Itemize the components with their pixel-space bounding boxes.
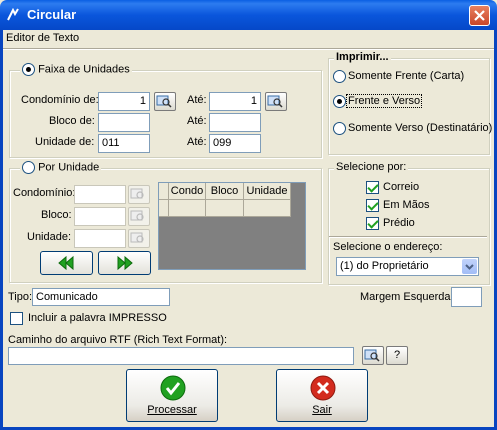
remove-unit-button[interactable] bbox=[40, 251, 93, 275]
menu-editor-de-texto[interactable]: Editor de Texto bbox=[6, 32, 79, 44]
add-unit-button[interactable] bbox=[98, 251, 151, 275]
sair-label: Sair bbox=[312, 404, 332, 416]
pu-condominio-input[interactable] bbox=[74, 185, 126, 204]
pu-unidade-label: Unidade: bbox=[27, 231, 72, 243]
por-unidade-label: Por Unidade bbox=[38, 161, 100, 174]
checkmark-icon bbox=[160, 375, 186, 401]
correio-label[interactable]: Correio bbox=[383, 181, 419, 193]
somente-frente-label[interactable]: Somente Frente (Carta) bbox=[348, 70, 464, 82]
processar-label: Processar bbox=[147, 404, 197, 416]
endereco-select-value: (1) do Proprietário bbox=[340, 260, 429, 272]
unidade-de-input[interactable]: 011 bbox=[98, 134, 150, 153]
table-cell[interactable] bbox=[206, 200, 244, 217]
condominio-ate-input[interactable]: 1 bbox=[209, 92, 261, 111]
bloco-de-label: Bloco de: bbox=[49, 115, 95, 127]
pu-bloco-label: Bloco: bbox=[41, 209, 72, 221]
pu-unidade-search-button[interactable] bbox=[128, 229, 150, 248]
em-maos-checkbox[interactable] bbox=[366, 199, 379, 212]
unidade-de-label: Unidade de: bbox=[35, 136, 95, 148]
bloco-ate-label: Até: bbox=[187, 115, 207, 127]
condominio-ate-search-button[interactable] bbox=[265, 92, 287, 111]
por-unidade-radio[interactable] bbox=[22, 161, 35, 174]
search-icon bbox=[364, 349, 380, 362]
condominio-de-search-button[interactable] bbox=[154, 92, 176, 111]
frente-verso-radio[interactable] bbox=[333, 95, 346, 108]
rtf-label: Caminho do arquivo RTF (Rich Text Format… bbox=[8, 334, 228, 346]
close-icon bbox=[474, 10, 485, 21]
margem-esquerda-label: Margem Esquerda: bbox=[360, 291, 454, 303]
predio-label[interactable]: Prédio bbox=[383, 217, 415, 229]
close-button[interactable] bbox=[469, 5, 490, 26]
somente-verso-radio[interactable] bbox=[333, 122, 346, 135]
faixa-radio-wrap[interactable]: Faixa de Unidades bbox=[20, 63, 132, 76]
faixa-radio[interactable] bbox=[22, 63, 35, 76]
impresso-label[interactable]: Incluir a palavra IMPRESSO bbox=[28, 312, 167, 324]
faixa-label: Faixa de Unidades bbox=[38, 63, 130, 76]
rtf-path-input[interactable] bbox=[8, 347, 354, 365]
table-cell[interactable] bbox=[169, 200, 206, 217]
sair-button[interactable]: Sair bbox=[276, 369, 368, 422]
search-icon bbox=[130, 232, 144, 243]
frente-verso-label[interactable]: Frente e Verso bbox=[346, 94, 423, 108]
chevron-down-icon bbox=[465, 264, 474, 270]
double-left-arrow-icon bbox=[58, 255, 74, 271]
selecione-por-label: Selecione por: bbox=[334, 161, 409, 173]
window-frame-left bbox=[0, 30, 3, 430]
column-header-condo[interactable]: Condo bbox=[169, 183, 206, 200]
selecione-endereco-label: Selecione o endereço: bbox=[333, 241, 443, 253]
imprimir-label: Imprimir... bbox=[334, 51, 391, 63]
pu-condominio-label: Condomínio: bbox=[13, 187, 76, 199]
pu-bloco-input[interactable] bbox=[74, 207, 126, 226]
tipo-label: Tipo: bbox=[8, 291, 33, 303]
search-icon bbox=[130, 210, 144, 221]
help-button[interactable]: ? bbox=[386, 346, 408, 365]
endereco-select[interactable]: (1) do Proprietário bbox=[336, 257, 479, 276]
menu-divider bbox=[3, 48, 494, 50]
table-row-header-corner bbox=[159, 183, 169, 200]
unidade-ate-input[interactable]: 099 bbox=[209, 134, 261, 153]
por-unidade-radio-wrap[interactable]: Por Unidade bbox=[20, 161, 102, 174]
cancel-icon bbox=[310, 375, 336, 401]
processar-button[interactable]: Processar bbox=[126, 369, 218, 422]
search-icon bbox=[130, 188, 144, 199]
predio-checkbox[interactable] bbox=[366, 217, 379, 230]
column-header-bloco[interactable]: Bloco bbox=[206, 183, 244, 200]
somente-verso-label[interactable]: Somente Verso (Destinatário) bbox=[348, 122, 492, 134]
condominio-de-input[interactable]: 1 bbox=[98, 92, 150, 111]
em-maos-label[interactable]: Em Mãos bbox=[383, 199, 429, 211]
bloco-de-input[interactable] bbox=[98, 113, 150, 132]
rtf-browse-button[interactable] bbox=[362, 346, 384, 365]
bloco-ate-input[interactable] bbox=[209, 113, 261, 132]
window-title: Circular bbox=[27, 7, 77, 22]
condominio-ate-label: Até: bbox=[187, 94, 207, 106]
impresso-checkbox[interactable] bbox=[10, 312, 23, 325]
unidade-ate-label: Até: bbox=[187, 136, 207, 148]
table-cell[interactable] bbox=[244, 200, 291, 217]
search-icon bbox=[156, 95, 172, 108]
divider bbox=[329, 236, 487, 238]
somente-frente-radio[interactable] bbox=[333, 70, 346, 83]
margem-esquerda-input[interactable] bbox=[451, 287, 482, 307]
units-table[interactable]: Condo Bloco Unidade bbox=[158, 182, 306, 270]
dropdown-button[interactable] bbox=[462, 259, 477, 274]
pu-condominio-search-button[interactable] bbox=[128, 185, 150, 204]
column-header-unidade[interactable]: Unidade bbox=[244, 183, 291, 200]
pu-unidade-input[interactable] bbox=[74, 229, 126, 248]
double-right-arrow-icon bbox=[117, 255, 133, 271]
search-icon bbox=[267, 95, 283, 108]
condominio-de-label: Condomínio de: bbox=[21, 94, 99, 106]
circular-app-icon bbox=[7, 8, 19, 21]
pu-bloco-search-button[interactable] bbox=[128, 207, 150, 226]
tipo-input[interactable]: Comunicado bbox=[32, 288, 170, 306]
correio-checkbox[interactable] bbox=[366, 181, 379, 194]
table-row-indicator bbox=[159, 200, 169, 217]
